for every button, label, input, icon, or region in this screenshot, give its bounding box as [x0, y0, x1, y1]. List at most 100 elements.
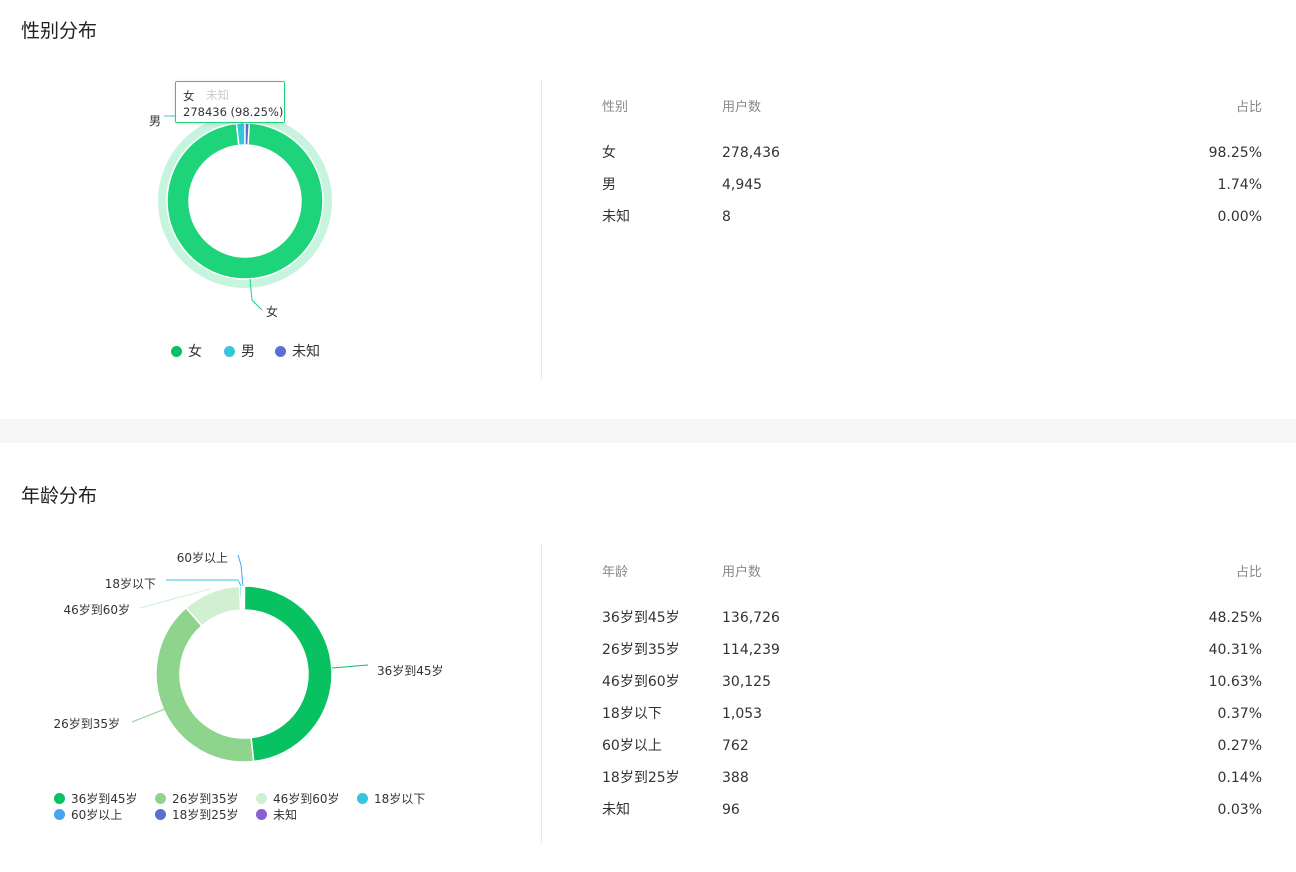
legend-item-unknown[interactable]: 未知	[275, 341, 320, 361]
table-row: 46岁到60岁 30,125 10.63%	[602, 666, 1262, 698]
legend-dot-icon	[275, 345, 286, 357]
row-pct: 0.27%	[1217, 738, 1262, 754]
tooltip-label: 女	[183, 89, 195, 103]
vertical-divider	[541, 543, 542, 843]
header-age: 年龄	[602, 565, 629, 580]
row-count: 388	[722, 770, 749, 786]
gender-chart-tooltip: 未知 女 278436 (98.25%)	[175, 81, 285, 123]
table-row: 女 278,436 98.25%	[602, 137, 1262, 169]
header-ratio: 占比	[1235, 100, 1262, 115]
row-label: 46岁到60岁	[602, 674, 680, 690]
table-header-row: 性别 用户数 占比	[602, 92, 1262, 124]
row-count: 762	[722, 738, 749, 754]
row-count: 8	[722, 209, 731, 225]
legend-dot-icon	[54, 793, 65, 804]
legend-label: 18岁到25岁	[172, 808, 239, 822]
row-count: 30,125	[722, 674, 771, 690]
slice-label: 26岁到35岁	[53, 716, 120, 731]
row-label: 女	[602, 145, 616, 161]
slice-label: 46岁到60岁	[63, 602, 130, 617]
age-table: 年龄 用户数 占比 36岁到45岁 136,726 48.25% 26岁到35岁…	[602, 557, 1262, 826]
slice-label: 60岁以上	[177, 550, 228, 565]
legend-label: 26岁到35岁	[172, 792, 239, 806]
header-users: 用户数	[722, 100, 762, 115]
donut-slice[interactable]	[155, 606, 255, 763]
gender-table: 性别 用户数 占比 女 278,436 98.25% 男 4,945 1.74%…	[602, 92, 1262, 233]
table-row: 男 4,945 1.74%	[602, 169, 1262, 201]
row-pct: 0.03%	[1217, 802, 1262, 818]
row-pct: 0.14%	[1217, 770, 1262, 786]
header-ratio: 占比	[1235, 565, 1262, 580]
legend-item-unknown[interactable]: 未知	[256, 806, 297, 823]
legend-dot-icon	[256, 793, 267, 804]
row-label: 18岁以下	[602, 706, 662, 722]
gender-donut-chart: 女男	[149, 95, 333, 319]
row-count: 114,239	[722, 642, 780, 658]
table-row: 未知 8 0.00%	[602, 201, 1262, 233]
row-label: 36岁到45岁	[602, 610, 680, 626]
legend-item-36-45[interactable]: 36岁到45岁	[54, 790, 138, 807]
row-pct: 40.31%	[1208, 642, 1262, 658]
row-count: 136,726	[722, 610, 780, 626]
legend-dot-icon	[171, 345, 182, 357]
row-pct: 48.25%	[1208, 610, 1262, 626]
legend-item-under-18[interactable]: 18岁以下	[357, 790, 425, 807]
table-header-row: 年龄 用户数 占比	[602, 557, 1262, 589]
tooltip-value: 278436 (98.25%)	[183, 105, 284, 119]
slice-label: 18岁以下	[105, 576, 156, 591]
row-count: 4,945	[722, 177, 763, 193]
legend-item-female[interactable]: 女	[171, 341, 202, 361]
legend-label: 46岁到60岁	[273, 792, 340, 806]
table-row: 36岁到45岁 136,726 48.25%	[602, 602, 1262, 634]
legend-label: 未知	[292, 344, 320, 360]
slice-label: 男	[149, 114, 161, 128]
table-row: 60岁以上 762 0.27%	[602, 730, 1262, 762]
donut-slice[interactable]	[243, 585, 333, 763]
age-section: 年龄分布 36岁到45岁 26岁到35岁 46岁到60岁 18岁以下 60岁以上 36岁…	[0, 443, 1296, 872]
section-separator	[0, 419, 1296, 443]
donut-slice[interactable]	[243, 585, 246, 611]
row-pct: 0.37%	[1217, 706, 1262, 722]
legend-label: 男	[241, 344, 255, 360]
legend-label: 36岁到45岁	[71, 792, 138, 806]
legend-dot-icon	[155, 809, 166, 820]
table-row: 18岁到25岁 388 0.14%	[602, 762, 1262, 794]
slice-label: 女	[266, 304, 278, 319]
row-pct: 1.74%	[1217, 177, 1262, 193]
row-pct: 0.00%	[1217, 209, 1262, 225]
header-users: 用户数	[722, 565, 762, 580]
donut-slice[interactable]	[166, 122, 324, 280]
legend-item-over-60[interactable]: 60岁以上	[54, 806, 122, 823]
legend-dot-icon	[256, 809, 267, 820]
row-label: 未知	[602, 802, 630, 818]
legend-label: 60岁以上	[71, 808, 123, 822]
legend-item-26-35[interactable]: 26岁到35岁	[155, 790, 239, 807]
row-label: 60岁以上	[602, 738, 662, 754]
legend-dot-icon	[155, 793, 166, 804]
legend-item-male[interactable]: 男	[224, 341, 255, 361]
row-label: 18岁到25岁	[602, 770, 680, 786]
donut-slice[interactable]	[244, 122, 251, 146]
label-leader-line	[166, 579, 242, 587]
legend-label: 18岁以下	[374, 792, 426, 806]
vertical-divider	[541, 79, 542, 379]
row-count: 96	[722, 802, 740, 818]
row-count: 278,436	[722, 145, 780, 161]
table-row: 18岁以下 1,053 0.37%	[602, 698, 1262, 730]
legend-label: 未知	[273, 808, 298, 822]
legend-item-46-60[interactable]: 46岁到60岁	[256, 790, 340, 807]
row-count: 1,053	[722, 706, 763, 722]
legend-label: 女	[188, 344, 202, 360]
legend-item-18-25[interactable]: 18岁到25岁	[155, 806, 239, 823]
table-row: 未知 96 0.03%	[602, 794, 1262, 826]
row-pct: 98.25%	[1208, 145, 1262, 161]
legend-dot-icon	[54, 809, 65, 820]
legend-dot-icon	[357, 793, 368, 804]
row-label: 未知	[602, 209, 630, 225]
gender-section: 性别分布 女男 未知 女 278436 (98.25%) 女 男 未知 性别 用…	[0, 0, 1296, 419]
tooltip-hidden-label: 未知	[206, 88, 229, 102]
header-gender: 性别	[602, 100, 629, 115]
label-leader-line	[131, 708, 166, 723]
row-label: 男	[602, 177, 616, 193]
row-pct: 10.63%	[1208, 674, 1262, 690]
